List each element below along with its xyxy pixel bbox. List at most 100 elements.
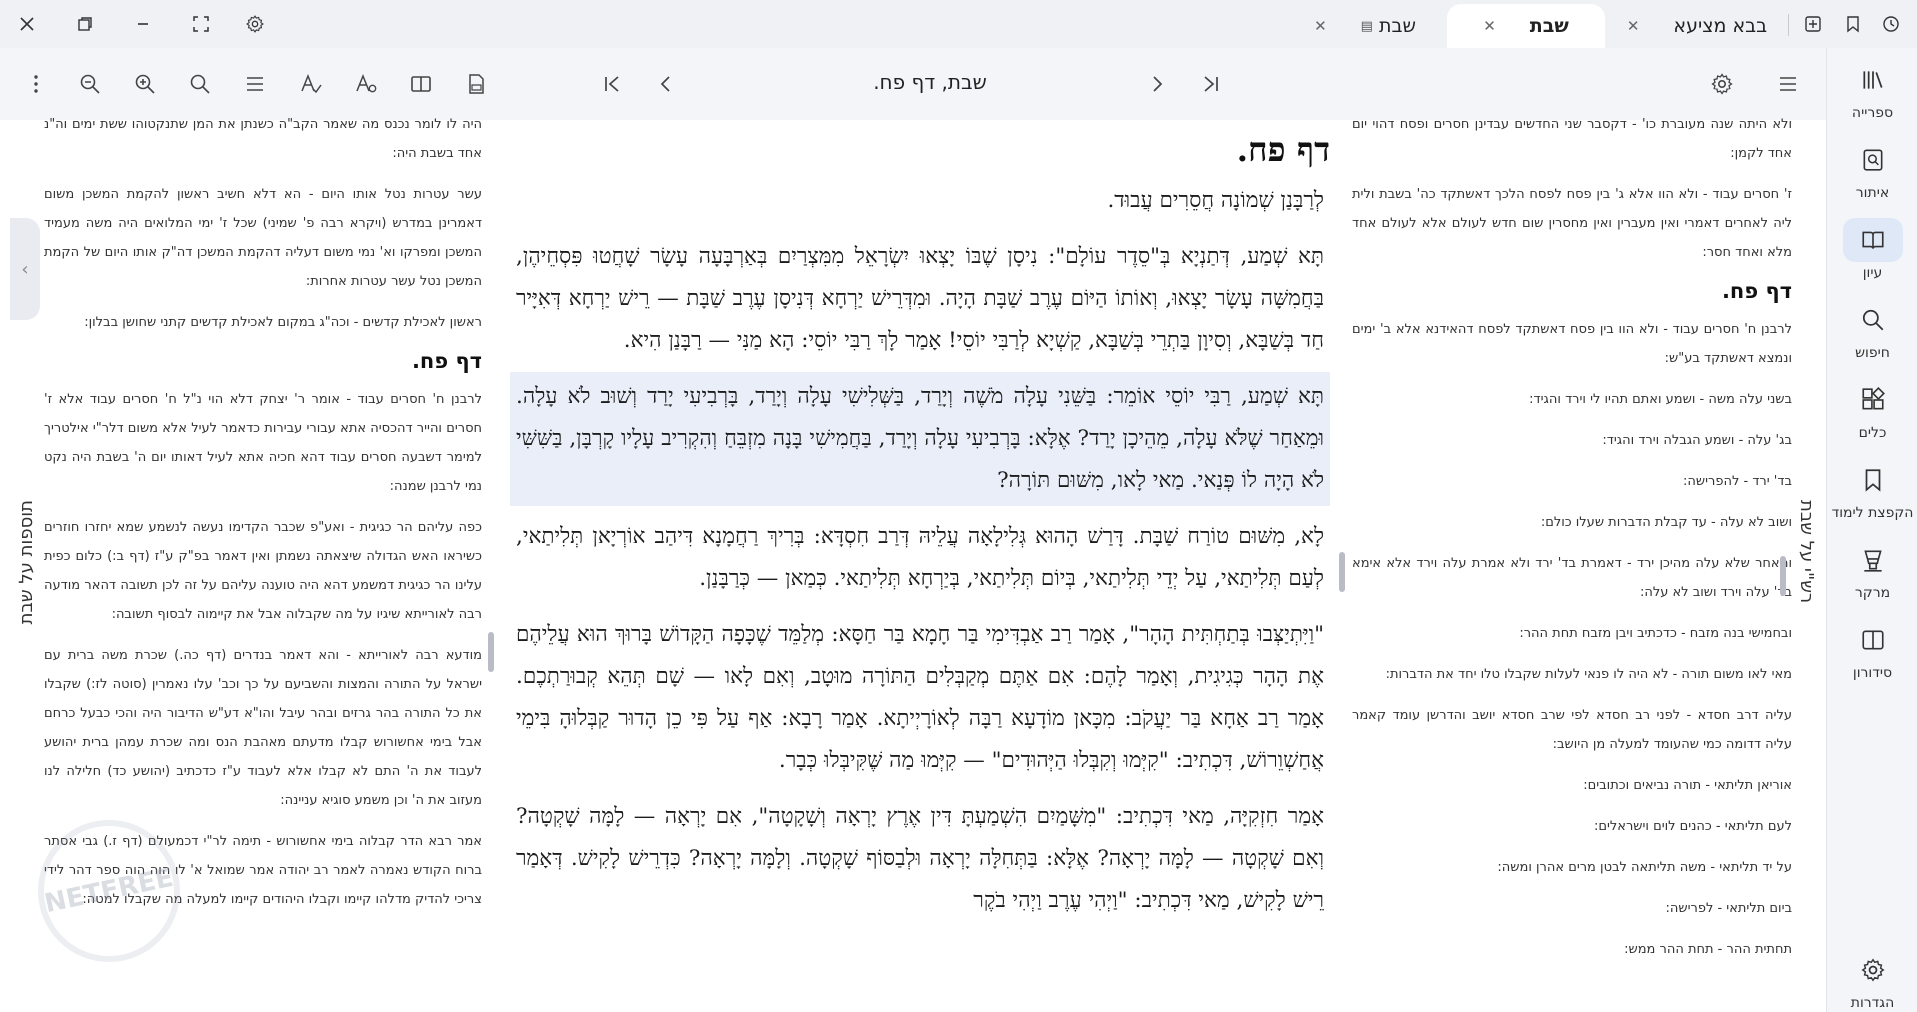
tab-close-icon[interactable]: ✕ (1483, 17, 1496, 35)
text-paragraph[interactable]: לָא, מִשּׁוּם טוֹרַח שַׁבָּת. דָּרַשׁ הָ… (510, 512, 1330, 604)
search-icon[interactable] (182, 66, 218, 102)
highlighted-paragraph[interactable]: תָּא שְׁמַע, רַבִּי יוֹסֵי אוֹמֵר: בַּשֵ… (510, 372, 1330, 506)
tab-shabbat[interactable]: שבת ✕ (1447, 4, 1605, 48)
commentary-entry: ולא היתה שנה מעוברת כו' - דקסבר שני החדש… (1352, 117, 1792, 161)
nav-search[interactable]: חיפוש (1827, 298, 1917, 361)
font-settings-icon[interactable] (348, 66, 384, 102)
nav-label: חיפוש (1855, 345, 1890, 361)
commentary-entry: לרבנן ח' חסרים עבוד - ולא הוו בין פסח דא… (1352, 322, 1792, 366)
page-heading: דף פח. (1236, 130, 1330, 169)
tab-bava-metzia[interactable]: בבא מציעא ✕ (1612, 4, 1782, 48)
nav-library[interactable]: ספרייה (1827, 58, 1917, 121)
commentary-entry: ובחמישי בנה מזבח - כדכתיב ויבן מזבח תחת … (1519, 626, 1792, 641)
commentary-entry: כפה עליהם הר כגיגית - ואע"פ שכבר הקדימו … (44, 520, 482, 622)
bookmark-icon[interactable] (1838, 10, 1868, 38)
view-settings-gear-icon[interactable] (1704, 66, 1740, 102)
text-paragraph[interactable]: לְרַבָּנַן שְׁמוֹנָה חֲסֵרִים עֲבוּד. (510, 176, 1330, 226)
commentary-entry: מאי לאו משום תורה - לא היה לו פנאי לעלות… (1385, 667, 1792, 682)
tab-label: שבת (1529, 15, 1569, 37)
locate-icon (1843, 138, 1903, 182)
rashi-scrollbar-thumb[interactable] (1780, 556, 1786, 596)
nav-siddur[interactable]: סידורון (1827, 618, 1917, 681)
page-heading: דף פח. (411, 349, 482, 373)
nav-locate[interactable]: איתור (1827, 138, 1917, 201)
previous-page-icon[interactable] (648, 66, 684, 102)
nav-marker[interactable]: מרקר (1827, 538, 1917, 601)
last-page-icon[interactable] (1193, 66, 1229, 102)
commentary-entry: היה לו לומר נכנס מה שאמר הקב"ה כשנתן את … (44, 117, 482, 161)
commentary-entry: ומאחר שלא עלה מהיכן ירד - דאמרת בד' ירד … (1352, 556, 1792, 600)
main-scrollbar-thumb[interactable] (1339, 552, 1345, 592)
commentary-entry: אוריאן תליתאי - תורה נביאים וכתובים: (1583, 778, 1792, 793)
commentary-entry: ושוב לא עלה - עד קבלת הדברות שעלו כולם: (1540, 515, 1792, 530)
nav-label: הקפצת לימוד (1831, 505, 1914, 521)
book-open-icon (1842, 218, 1903, 262)
fullscreen-icon[interactable] (186, 10, 216, 38)
gear-icon (1843, 948, 1903, 992)
tosfot-scrollbar-thumb[interactable] (488, 632, 494, 672)
pdf-icon: ▤ (1360, 18, 1373, 34)
settings-gear-icon[interactable] (240, 10, 270, 38)
navigation-rail: ספרייה איתור עיון חיפוש כלים הקפצת לימוד… (1826, 48, 1917, 1012)
zoom-out-icon[interactable] (72, 66, 108, 102)
nav-study[interactable]: עיון (1827, 218, 1917, 281)
tab-close-icon[interactable]: ✕ (1314, 17, 1327, 35)
search-icon (1843, 298, 1903, 342)
library-icon (1843, 58, 1903, 102)
nav-tools[interactable]: כלים (1827, 378, 1917, 441)
text-paragraph[interactable]: "וַיִּתְיַצְּבוּ בְּתַחְתִּית הָהָר", אָ… (510, 610, 1330, 786)
commentary-entry: ראשון לאכילת קדשים - וכה"ג במקום לאכילת … (84, 315, 482, 330)
zoom-in-icon[interactable] (127, 66, 163, 102)
tosfot-pane-label[interactable]: תוספות על שבת (16, 500, 37, 624)
page-heading: דף פח. (1721, 279, 1792, 303)
commentary-entry: בשני עלה משה - ושמע ואתם תהיו לי וירד וה… (1529, 392, 1792, 407)
tab-close-icon[interactable]: ✕ (1627, 17, 1640, 35)
collapse-pane-button[interactable]: ‹ (10, 218, 40, 320)
commentary-entry: לרבנן ח' חסרים עבוד - אומר ר' יצחק דלא ה… (44, 392, 482, 494)
nav-settings[interactable]: הגדרות (1827, 948, 1917, 1011)
minimize-window-icon[interactable] (128, 10, 158, 38)
nav-label: מרקר (1854, 585, 1891, 601)
open-pdf-icon[interactable] (458, 66, 494, 102)
text-paragraph[interactable]: אָמַר חִזְקִיָּה, מַאי דִּכְתִיב: "מִשָּ… (510, 792, 1330, 926)
nav-label: עיון (1862, 265, 1883, 281)
nav-label: כלים (1858, 425, 1887, 441)
menu-icon[interactable] (1770, 66, 1806, 102)
chevron-left-icon: ‹ (21, 258, 29, 280)
rashi-commentary-pane: ולא היתה שנה מעוברת כו' - דקסבר שני החדש… (1352, 110, 1792, 1012)
commentary-entry: עליה דרב חסדא - לפני רב חסדא לפי שרב חסד… (1352, 708, 1792, 752)
commentary-entry: תחתית ההר - תחת ההר ממש: (1624, 942, 1792, 957)
close-window-icon[interactable] (12, 10, 42, 38)
next-page-icon[interactable] (1139, 66, 1175, 102)
more-options-icon[interactable] (18, 66, 54, 102)
tab-label: בבא מציעא (1673, 15, 1768, 37)
commentary-entry: לעם תליתאי - כהנים לוים וישראלים: (1593, 819, 1792, 834)
nav-label: סידורון (1852, 665, 1893, 681)
nav-label: איתור (1855, 185, 1890, 201)
commentary-entry: על יד תליתאי - משה תליתאה לבטן מרים אהרן… (1497, 860, 1792, 875)
text-paragraph[interactable]: תָּא שְׁמַע, דְּתַנְיָא בְּ"סֵדֶר עוֹלָם… (510, 232, 1330, 366)
nav-label: ספרייה (1851, 105, 1894, 121)
document-title: שבת, דף פח. (873, 70, 987, 94)
commentary-entry: בג' עלה - ושמע הגבלה וירד והגיד: (1602, 433, 1792, 448)
split-view-icon[interactable] (403, 66, 439, 102)
commentary-entry: עשר עטרות נטל אותו היום - הא דלא חשיב רא… (44, 187, 482, 289)
history-icon[interactable] (1876, 10, 1906, 38)
nav-label: הגדרות (1850, 995, 1895, 1011)
first-page-icon[interactable] (594, 66, 630, 102)
bookmark-icon (1843, 458, 1903, 502)
gemara-text-pane: דף פח. לְרַבָּנַן שְׁמוֹנָה חֲסֵרִים עֲב… (510, 110, 1330, 1012)
nav-study-jump[interactable]: הקפצת לימוד (1827, 458, 1917, 521)
commentary-entry: מודעא רבה לאורייתא - והא דאמר בנדרים (דף… (44, 648, 482, 808)
tab-label: שבת (1378, 15, 1416, 37)
tab-shabbat-pdf[interactable]: שבת ▤ ✕ (1290, 4, 1440, 48)
siddur-icon (1843, 618, 1903, 662)
new-tab-icon[interactable] (1798, 10, 1828, 38)
tab-separator (1788, 14, 1789, 36)
watermark-text: NETFREE (42, 862, 176, 920)
rashi-pane-label[interactable]: רש"י על שבת (1796, 500, 1817, 603)
title-bar: שבת ▤ ✕ שבת ✕ בבא מציעא ✕ (0, 0, 1917, 48)
table-of-contents-icon[interactable] (237, 66, 273, 102)
restore-window-icon[interactable] (70, 10, 100, 38)
nikud-toggle-icon[interactable] (293, 66, 329, 102)
